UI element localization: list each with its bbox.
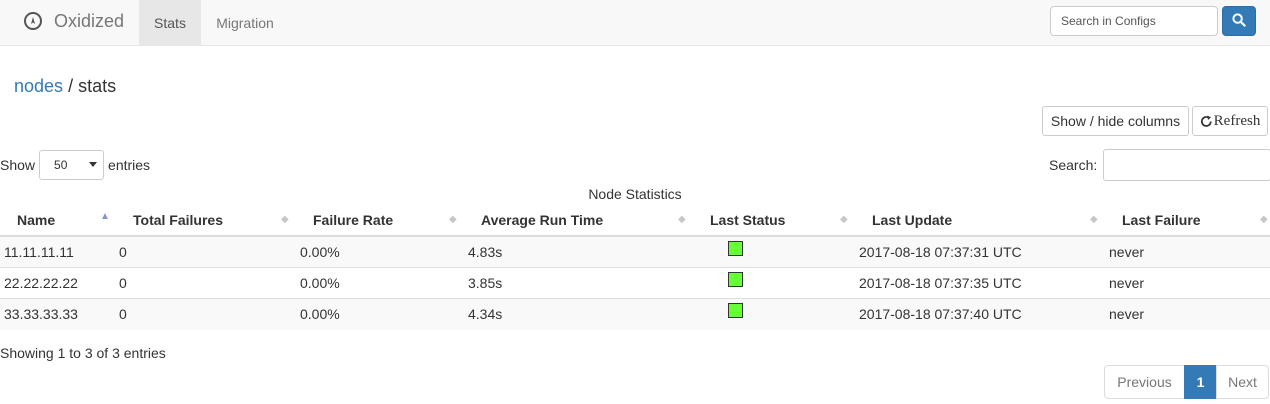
- table-filter-input[interactable]: [1103, 149, 1270, 181]
- pagination: Previous 1 Next: [1104, 365, 1269, 399]
- sort-both-icon: ◆: [840, 214, 848, 225]
- page-1-label: 1: [1196, 374, 1205, 390]
- column-header-average-run-time[interactable]: Average Run Time ◆: [463, 204, 692, 237]
- column-header-last-update-label: Last Update: [872, 212, 953, 228]
- average-run-time: 4.83s: [468, 244, 503, 260]
- column-header-last-failure[interactable]: Last Failure ◆: [1104, 204, 1270, 237]
- failure-rate: 0.00%: [300, 306, 340, 322]
- breadcrumb-current: stats: [78, 76, 117, 96]
- sort-asc-icon: ▲: [100, 211, 110, 222]
- column-header-name[interactable]: Name ▲: [0, 204, 115, 237]
- column-header-last-status[interactable]: Last Status ◆: [692, 204, 854, 237]
- node-name: 33.33.33.33: [4, 306, 78, 322]
- length-suffix: entries: [108, 157, 151, 173]
- column-header-last-failure-label: Last Failure: [1122, 212, 1201, 228]
- total-failures: 0: [119, 244, 127, 260]
- next-page-button[interactable]: Next: [1216, 365, 1269, 399]
- entries-per-page-select[interactable]: 50: [39, 150, 105, 180]
- status-success-indicator: [728, 303, 743, 318]
- column-header-total-failures[interactable]: Total Failures ◆: [115, 204, 295, 237]
- average-run-time: 3.85s: [468, 275, 503, 291]
- table-caption: Node Statistics: [588, 186, 682, 202]
- last-failure: never: [1109, 244, 1145, 260]
- table-filter-label: Search:: [1049, 157, 1098, 173]
- column-header-last-update[interactable]: Last Update ◆: [854, 204, 1104, 237]
- show-hide-columns-button[interactable]: Show / hide columns: [1042, 106, 1189, 136]
- column-header-average-run-time-label: Average Run Time: [481, 212, 604, 228]
- table-header-row: Name ▲ Total Failures ◆ Failure Rate ◆ A…: [0, 204, 1270, 237]
- last-update: 2017-08-18 07:37:35 UTC: [859, 275, 1022, 291]
- refresh-button[interactable]: Refresh: [1192, 106, 1268, 136]
- column-header-failure-rate[interactable]: Failure Rate ◆: [295, 204, 463, 237]
- column-header-failure-rate-label: Failure Rate: [313, 212, 394, 228]
- column-header-name-label: Name: [17, 212, 56, 228]
- average-run-time: 4.34s: [468, 306, 503, 322]
- compass-icon: [24, 12, 42, 30]
- sort-both-icon: ◆: [449, 214, 457, 225]
- failure-rate: 0.00%: [300, 275, 340, 291]
- entries-per-page-value: 50: [54, 158, 68, 172]
- failure-rate: 0.00%: [300, 244, 340, 260]
- refresh-icon: [1200, 115, 1213, 128]
- table-row: 11.11.11.11 0 0.00% 4.83s 2017-08-18 07:…: [0, 235, 1270, 268]
- total-failures: 0: [119, 306, 127, 322]
- length-prefix: Show: [0, 157, 36, 173]
- last-failure: never: [1109, 306, 1145, 322]
- sort-both-icon: ◆: [281, 214, 289, 225]
- node-name: 22.22.22.22: [4, 275, 78, 291]
- brand[interactable]: Oxidized: [24, 0, 124, 42]
- tab-migration[interactable]: Migration: [201, 0, 289, 46]
- breadcrumb: nodes / stats: [14, 76, 116, 97]
- status-success-indicator: [728, 272, 743, 287]
- config-search-input[interactable]: [1050, 6, 1218, 36]
- total-failures: 0: [119, 275, 127, 291]
- column-header-total-failures-label: Total Failures: [133, 212, 223, 228]
- entries-length-control: Show 50 entries: [0, 150, 150, 180]
- brand-label: Oxidized: [54, 10, 125, 31]
- navbar: Oxidized Stats Migration: [0, 0, 1270, 46]
- table-info: Showing 1 to 3 of 3 entries: [0, 345, 166, 361]
- show-hide-columns-label: Show / hide columns: [1050, 113, 1181, 129]
- sort-both-icon: ◆: [1090, 214, 1098, 225]
- last-update: 2017-08-18 07:37:31 UTC: [859, 244, 1022, 260]
- next-page-label: Next: [1228, 374, 1257, 390]
- tab-stats-label: Stats: [154, 15, 186, 31]
- breadcrumb-nodes-link[interactable]: nodes: [14, 76, 63, 96]
- chevron-down-icon: [89, 162, 98, 167]
- refresh-label: Refresh: [1213, 112, 1261, 129]
- page-1-button[interactable]: 1: [1184, 365, 1217, 399]
- last-failure: never: [1109, 275, 1145, 291]
- column-header-last-status-label: Last Status: [710, 212, 786, 228]
- sort-both-icon: ◆: [1260, 214, 1268, 225]
- tab-migration-label: Migration: [216, 15, 274, 31]
- breadcrumb-separator: /: [68, 76, 74, 96]
- previous-page-button[interactable]: Previous: [1104, 365, 1185, 399]
- table-filter: Search:: [1049, 149, 1270, 181]
- sort-both-icon: ◆: [678, 214, 686, 225]
- node-name: 11.11.11.11: [4, 244, 74, 260]
- status-success-indicator: [728, 241, 743, 256]
- previous-page-label: Previous: [1117, 374, 1172, 390]
- tab-stats[interactable]: Stats: [139, 0, 201, 46]
- table-row: 22.22.22.22 0 0.00% 3.85s 2017-08-18 07:…: [0, 267, 1270, 299]
- search-icon: [1232, 12, 1246, 30]
- node-stats-table: Name ▲ Total Failures ◆ Failure Rate ◆ A…: [0, 204, 1270, 330]
- config-search-button[interactable]: [1222, 6, 1256, 36]
- last-update: 2017-08-18 07:37:40 UTC: [859, 306, 1022, 322]
- table-row: 33.33.33.33 0 0.00% 4.34s 2017-08-18 07:…: [0, 298, 1270, 330]
